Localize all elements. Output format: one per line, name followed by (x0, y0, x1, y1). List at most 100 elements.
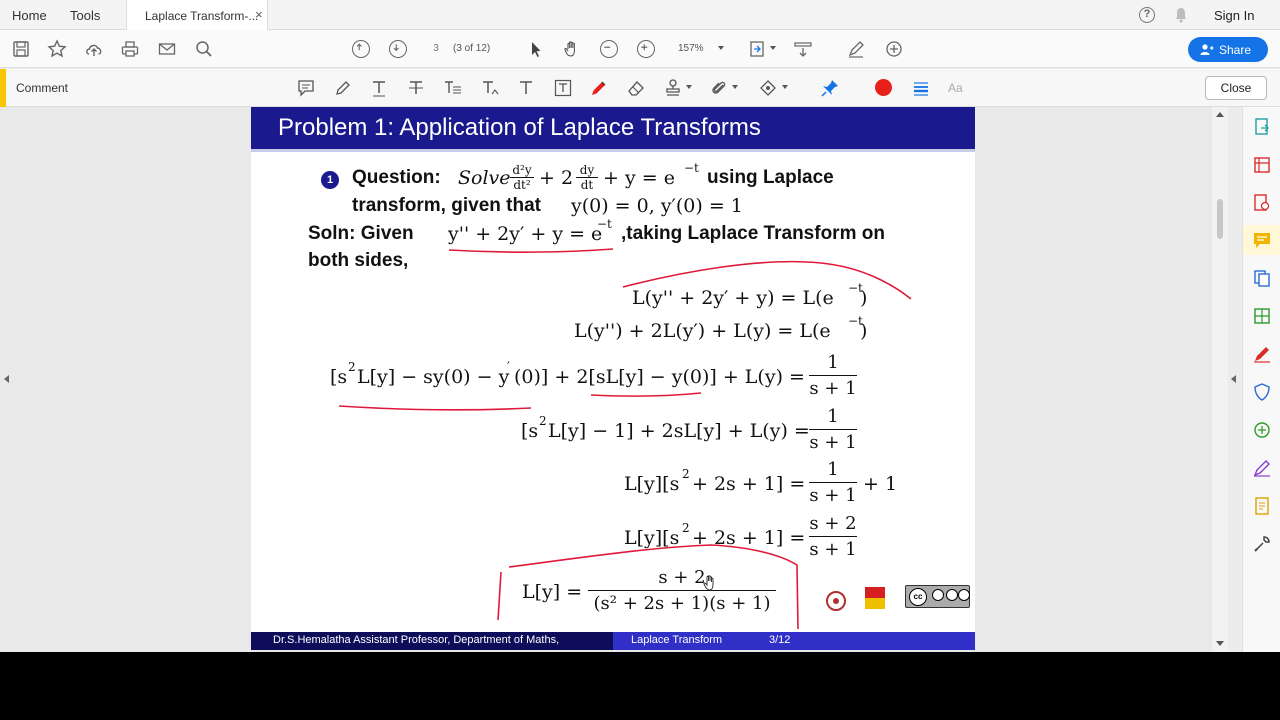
right-panel-toggle-icon[interactable] (1231, 375, 1236, 383)
comment-tool-icon[interactable] (1252, 230, 1272, 250)
organize-pages-icon[interactable] (1252, 268, 1272, 288)
fill-sign-icon[interactable] (1252, 344, 1272, 364)
cc-circle-icon: cc (909, 588, 927, 606)
text-box-icon[interactable] (553, 78, 573, 98)
menu-bar: Home Tools Laplace Transform-... × ? Sig… (0, 0, 1280, 30)
protect-shield-icon[interactable] (1252, 382, 1272, 402)
eq3-a: [s (330, 366, 348, 388)
ode-rhs: + y = e (603, 167, 675, 189)
next-page-icon[interactable] (389, 40, 407, 58)
add-text-icon[interactable] (516, 78, 536, 98)
edit-pdf-icon[interactable] (1252, 193, 1272, 213)
scan-ocr-icon[interactable] (1252, 496, 1272, 516)
shapes-icon[interactable] (758, 78, 778, 98)
eq5-tail: + 1 (863, 473, 898, 495)
text-size-tool[interactable]: Aa (948, 81, 963, 95)
print-icon[interactable] (120, 39, 140, 59)
email-icon[interactable] (157, 39, 177, 59)
footer-page-number: 3/12 (769, 634, 791, 646)
replace-text-icon[interactable] (443, 78, 463, 98)
sticky-note-icon[interactable] (296, 78, 316, 98)
menu-tools[interactable]: Tools (70, 8, 100, 23)
share-button-label: Share (1219, 43, 1252, 57)
attach-dropdown-chevron-icon[interactable] (732, 85, 738, 89)
eq5-frac-bar (809, 482, 857, 484)
line-thickness-icon[interactable] (911, 78, 931, 98)
soln-label: Soln: Given (308, 223, 414, 244)
eq6-a: L[y][s (624, 527, 680, 549)
eq6-b: + 2s + 1] = (692, 527, 806, 549)
color-picker-red[interactable] (875, 79, 892, 96)
previous-page-icon[interactable] (352, 40, 370, 58)
close-comment-button[interactable]: Close (1205, 76, 1267, 100)
question-bullet: 1 (321, 171, 339, 189)
share-button[interactable]: Share (1188, 37, 1268, 62)
eq3-prime: ′ (507, 360, 510, 375)
eq7-frac-bar (588, 590, 776, 592)
footer-topic: Laplace Transform (631, 634, 723, 646)
help-icon[interactable]: ? (1139, 7, 1155, 23)
left-panel-toggle-icon[interactable] (4, 375, 9, 383)
attach-file-icon[interactable] (709, 78, 729, 98)
menu-home[interactable]: Home (12, 8, 47, 23)
document-tab[interactable]: Laplace Transform-... × (126, 0, 268, 30)
zoom-in-icon[interactable] (637, 40, 655, 58)
zoom-dropdown-chevron-icon[interactable] (718, 46, 724, 50)
zoom-out-icon[interactable] (600, 40, 618, 58)
search-icon[interactable] (194, 39, 214, 59)
compress-pdf-icon[interactable] (1252, 420, 1272, 440)
eq5-a: L[y][s (624, 473, 680, 495)
underline-text-icon[interactable] (369, 78, 389, 98)
share-people-icon (1200, 44, 1214, 55)
frac-d2y-den: dt² (513, 178, 531, 193)
pin-tool-icon[interactable] (820, 78, 840, 98)
eq6-sup: 2 (682, 521, 690, 535)
more-tools-wrench-icon[interactable] (1252, 534, 1272, 554)
eraser-icon[interactable] (626, 78, 646, 98)
notification-bell-icon[interactable] (1174, 7, 1188, 23)
vertical-scrollbar[interactable] (1212, 107, 1228, 652)
highlight-pen-icon[interactable] (333, 78, 353, 98)
eq3-sup: 2 (348, 360, 356, 374)
draw-pencil-icon[interactable] (589, 78, 609, 98)
page-number-input[interactable]: 3 (427, 38, 445, 60)
zoom-level-select[interactable]: 157% (678, 43, 704, 54)
eq5-b: + 2s + 1] = (692, 473, 806, 495)
eq3-frac-bar (809, 375, 857, 377)
ode-plus-two: + 2 (539, 167, 574, 189)
comment-accent (0, 69, 6, 107)
combine-files-icon[interactable] (1252, 306, 1272, 326)
hand-tool-icon[interactable] (562, 39, 582, 59)
bookmark-star-icon[interactable] (47, 39, 67, 59)
insert-text-icon[interactable] (480, 78, 500, 98)
fit-page-icon[interactable] (748, 39, 768, 59)
right-tools-rail (1242, 107, 1280, 652)
sign-in-link[interactable]: Sign In (1214, 8, 1254, 23)
sign-pen-icon[interactable] (846, 39, 866, 59)
shapes-dropdown-chevron-icon[interactable] (782, 85, 788, 89)
stamp-icon[interactable] (663, 78, 683, 98)
slide-title: Problem 1: Application of Laplace Transf… (278, 114, 761, 141)
create-pdf-icon[interactable] (1252, 155, 1272, 175)
college-seal-logo (826, 591, 846, 611)
strikethrough-text-icon[interactable] (406, 78, 426, 98)
eq4-b: L[y] − 1] + 2sL[y] + L(y) = (548, 420, 810, 442)
eq5-sup: 2 (682, 467, 690, 481)
soln-equation: y'' + 2y′ + y = e (448, 223, 603, 245)
save-icon[interactable] (11, 39, 31, 59)
request-signature-icon[interactable] (1252, 458, 1272, 478)
scroll-up-arrow-icon[interactable] (1216, 112, 1224, 117)
eq5-frac-num: 1 (827, 459, 839, 480)
scroll-thumb[interactable] (1217, 199, 1223, 239)
close-tab-icon[interactable]: × (255, 7, 263, 22)
stamp-dropdown-chevron-icon[interactable] (686, 85, 692, 89)
upload-cloud-icon[interactable] (84, 39, 104, 59)
export-pdf-icon[interactable] (1252, 117, 1272, 137)
more-tools-icon[interactable] (884, 39, 904, 59)
fit-dropdown-chevron-icon[interactable] (770, 46, 776, 50)
footer-author: Dr.S.Hemalatha Assistant Professor, Depa… (273, 634, 560, 646)
scroll-down-arrow-icon[interactable] (1216, 641, 1224, 646)
select-arrow-icon[interactable] (526, 39, 546, 59)
scroll-mode-icon[interactable] (793, 39, 813, 59)
slide-footer: Dr.S.Hemalatha Assistant Professor, Depa… (251, 632, 975, 650)
